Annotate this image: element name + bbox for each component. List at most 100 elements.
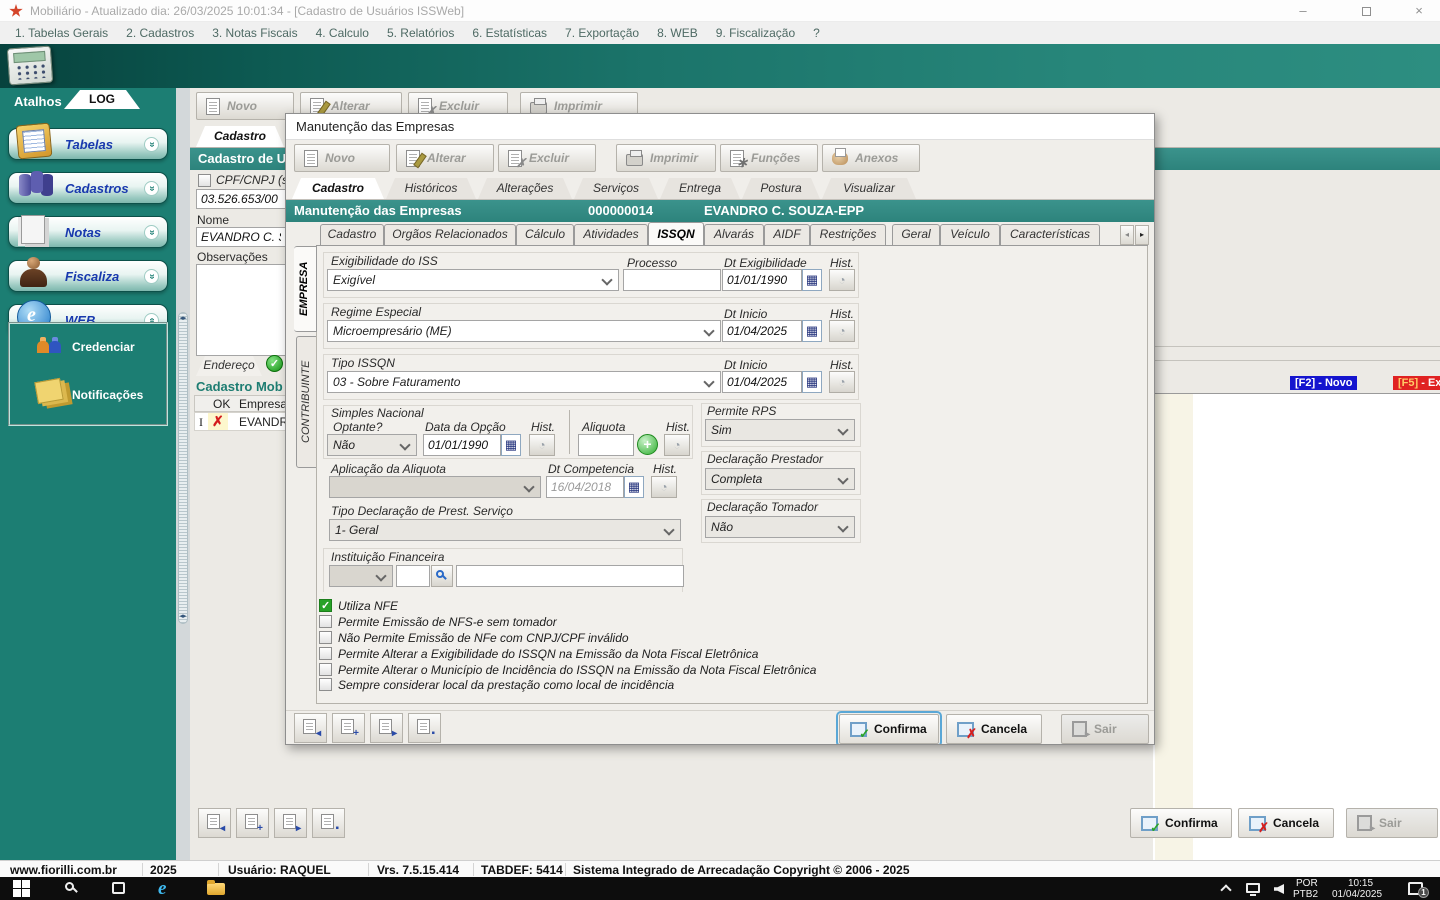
tab-calculo[interactable]: Cálculo	[516, 224, 574, 245]
tab-aidf[interactable]: AIDF	[764, 224, 810, 245]
sidebar-item-fiscaliza[interactable]: Fiscaliza »	[8, 257, 168, 292]
sidebar-tab-log[interactable]: LOG	[64, 90, 140, 109]
nfse-sem-tomador-checkbox[interactable]	[319, 615, 332, 628]
aplicacao-history-button[interactable]	[651, 476, 677, 498]
taskbar-search-button[interactable]	[62, 879, 82, 898]
dialog-funcoes-button[interactable]: Funções	[720, 144, 818, 172]
dialog-excluir-button[interactable]: Excluir	[498, 144, 596, 172]
permite-rps-select[interactable]: Sim	[705, 419, 855, 441]
dt-exigibilidade-input[interactable]	[722, 269, 802, 291]
novo-button[interactable]: Novo	[196, 92, 294, 120]
dialog-record-insert-button[interactable]	[332, 713, 365, 743]
dialog-imprimir-button[interactable]: Imprimir	[616, 144, 716, 172]
users-grid-area[interactable]	[1153, 393, 1440, 860]
alterar-municipio-checkbox[interactable]	[319, 663, 332, 676]
tab-caracteristicas[interactable]: Características	[1000, 224, 1100, 245]
record-first-button[interactable]	[198, 808, 231, 838]
add-aliquota-button[interactable]	[637, 434, 658, 455]
dialog-novo-button[interactable]: Novo	[294, 144, 390, 172]
chevron-down-icon[interactable]: »	[144, 137, 159, 152]
keyboard-layout[interactable]: PTB2	[1293, 889, 1318, 900]
menu-tabelas-gerais[interactable]: 1. Tabelas Gerais	[6, 23, 117, 43]
observacoes-textarea[interactable]	[196, 264, 286, 356]
data-opcao-input[interactable]	[423, 434, 501, 456]
tipo-history-button[interactable]	[829, 371, 855, 393]
dialog-record-first-button[interactable]	[294, 713, 327, 743]
regime-select[interactable]: Microempresário (ME)	[327, 320, 721, 342]
tipo-declaracao-select[interactable]: 1- Geral	[329, 519, 681, 541]
side-tab-contribuinte[interactable]: CONTRIBUINTE	[296, 336, 317, 468]
declaracao-prestador-select[interactable]: Completa	[705, 468, 855, 490]
cancela-button-main[interactable]: Cancela	[1238, 808, 1334, 838]
close-button[interactable]: ×	[1404, 3, 1434, 19]
sair-button-main[interactable]: Sair	[1346, 808, 1438, 838]
dialog-cancela-button[interactable]: Cancela	[946, 714, 1042, 744]
instituicao-search-button[interactable]	[431, 565, 453, 587]
cnpj-invalido-checkbox[interactable]	[319, 631, 332, 644]
dialog-record-next-button[interactable]	[370, 713, 403, 743]
dialog-tab-cadastro[interactable]: Cadastro	[292, 178, 384, 199]
record-next-button[interactable]	[274, 808, 307, 838]
regime-history-button[interactable]	[829, 320, 855, 342]
instituicao-nome-input[interactable]	[456, 565, 684, 587]
calendar-icon[interactable]	[802, 320, 822, 342]
tray-chevron-icon[interactable]	[1220, 884, 1232, 896]
sidebar-item-credenciar[interactable]: Credenciar	[72, 340, 135, 354]
aliquota-input[interactable]	[578, 434, 634, 456]
dialog-tab-alteracoes[interactable]: Alterações	[478, 178, 572, 199]
alterar-exigibilidade-checkbox[interactable]	[319, 647, 332, 660]
language-indicator[interactable]: POR	[1296, 878, 1318, 889]
aliquota-history-button[interactable]	[664, 434, 690, 456]
dialog-alterar-button[interactable]: Alterar	[396, 144, 494, 172]
side-tab-empresa[interactable]: EMPRESA	[294, 246, 317, 332]
menu-fiscalizacao[interactable]: 9. Fiscalização	[707, 23, 804, 43]
processo-input[interactable]	[623, 269, 721, 291]
sidebar-item-notificacoes[interactable]: Notificações	[72, 388, 143, 402]
menu-notas-fiscais[interactable]: 3. Notas Fiscais	[203, 23, 306, 43]
tab-orgaos-relacionados[interactable]: Orgãos Relacionados	[384, 224, 516, 245]
calendar-icon[interactable]	[501, 434, 521, 456]
tab-veiculo[interactable]: Veículo	[940, 224, 1000, 245]
record-last-button[interactable]	[312, 808, 345, 838]
optante-select[interactable]: Não	[327, 434, 417, 456]
local-prestacao-checkbox[interactable]	[319, 678, 332, 691]
task-view-button[interactable]	[110, 879, 130, 898]
tab-endereco[interactable]: Endereço	[196, 356, 262, 376]
splitter-arrows-icon[interactable]: ◂▸	[176, 314, 190, 322]
dialog-tab-entrega[interactable]: Entrega	[660, 178, 740, 199]
network-icon[interactable]	[1246, 883, 1260, 896]
dialog-anexos-button[interactable]: Anexos	[822, 144, 920, 172]
chevron-down-icon[interactable]: »	[144, 225, 159, 240]
menu-estatisticas[interactable]: 6. Estatísticas	[463, 23, 556, 43]
chevron-down-icon[interactable]: »	[144, 181, 159, 196]
cpf-checkbox[interactable]	[198, 174, 211, 187]
sidebar-tab-atalhos[interactable]: Atalhos	[14, 94, 62, 109]
clock-date[interactable]: 01/04/2025	[1332, 889, 1382, 900]
dialog-confirma-button[interactable]: Confirma	[836, 711, 942, 744]
tabs-scroll-left-button[interactable]: ◂	[1120, 225, 1134, 245]
grid-row[interactable]: I ✗ EVANDR	[194, 412, 288, 431]
sidebar-item-cadastros[interactable]: Cadastros »	[8, 172, 168, 204]
fiorilli-app3-button-active[interactable]	[356, 879, 376, 898]
sidebar-splitter[interactable]: ◂▸ ◂▸	[176, 88, 190, 860]
sidebar-item-notas[interactable]: Notas »	[8, 215, 168, 248]
clock-time[interactable]: 10:15	[1348, 878, 1373, 889]
internet-explorer-button[interactable]: e	[158, 879, 178, 898]
declaracao-tomador-select[interactable]: Não	[705, 516, 855, 538]
file-explorer-button[interactable]	[206, 879, 226, 898]
menu-relatorios[interactable]: 5. Relatórios	[378, 23, 463, 43]
cpf-input[interactable]	[196, 189, 286, 209]
tipo-issqn-select[interactable]: 03 - Sobre Faturamento	[327, 371, 721, 393]
instituicao-codigo-input[interactable]	[396, 565, 430, 587]
fiorilli-app1-button[interactable]	[254, 879, 274, 898]
utiliza-nfe-checkbox[interactable]	[319, 599, 332, 612]
tab-issqn[interactable]: ISSQN	[648, 222, 704, 245]
splitter-arrows-icon[interactable]: ◂▸	[176, 612, 190, 620]
chevron-down-icon[interactable]: »	[144, 269, 159, 284]
calendar-icon[interactable]	[802, 371, 822, 393]
tab-alvaras[interactable]: Alvarás	[704, 224, 764, 245]
dt-inicio-tipo-input[interactable]	[722, 371, 802, 393]
tabs-scroll-right-button[interactable]: ▸	[1135, 225, 1149, 245]
tab-cadastro-inner[interactable]: Cadastro	[320, 224, 384, 245]
dialog-record-last-button[interactable]	[408, 713, 441, 743]
